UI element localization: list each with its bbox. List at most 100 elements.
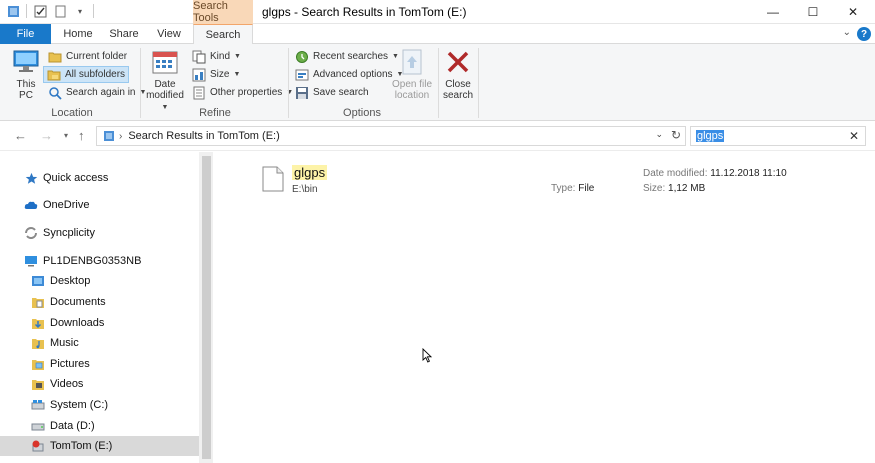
nav-item-desktop[interactable]: Desktop <box>0 271 199 291</box>
pictures-folder-icon <box>31 357 45 371</box>
nav-item-videos[interactable]: Videos <box>0 374 199 394</box>
tab-search[interactable]: Search <box>193 24 253 45</box>
this-pc-label-line2: PC <box>19 90 33 101</box>
tab-home[interactable]: Home <box>55 24 101 44</box>
nav-item-label: Documents <box>50 296 106 308</box>
search-query-text[interactable]: glgps <box>696 130 725 142</box>
kind-button[interactable]: Kind ▼ <box>189 48 244 65</box>
nav-item-system-c[interactable]: System (C:) <box>0 395 199 415</box>
recent-searches-button[interactable]: Recent searches ▼ <box>292 48 402 65</box>
cloud-icon <box>24 198 38 212</box>
customize-toolbar-chevron-icon[interactable]: ▾ <box>73 4 87 18</box>
location-group-label: Location <box>51 107 93 119</box>
toolbar-separator <box>93 4 94 18</box>
subfolders-icon <box>47 68 61 82</box>
nav-item-pictures[interactable]: Pictures <box>0 354 199 374</box>
this-pc-button[interactable]: This PC <box>10 47 42 101</box>
nav-item-tomtom-e[interactable]: TomTom (E:) <box>0 436 199 456</box>
all-subfolders-button[interactable]: All subfolders <box>43 66 130 83</box>
search-input[interactable]: glgps ✕ <box>690 126 866 146</box>
address-dropdown-chevron-icon[interactable]: ⌄ <box>655 129 663 140</box>
videos-folder-icon <box>31 377 45 391</box>
other-properties-button[interactable]: Other properties ▼ <box>189 84 296 101</box>
options-group-label: Options <box>343 107 381 119</box>
refresh-icon[interactable]: ↻ <box>671 128 681 142</box>
date-modified-button[interactable]: Date modified ▼ <box>142 47 188 113</box>
chevron-down-icon: ▼ <box>234 53 241 60</box>
star-icon <box>24 171 38 185</box>
file-icon[interactable] <box>262 166 284 192</box>
maximize-icon: ☐ <box>807 5 819 19</box>
nav-item-label: Syncplicity <box>43 227 95 239</box>
address-bar[interactable]: › Search Results in TomTom (E:) ⌄ ↻ <box>96 126 686 146</box>
explorer-app-icon[interactable] <box>6 4 20 18</box>
toolbar-separator <box>26 4 27 18</box>
result-size-value: 1,12 MB <box>668 183 706 194</box>
nav-item-this-pc[interactable]: PL1DENBG0353NB <box>0 251 199 271</box>
result-type-value: File <box>578 183 595 194</box>
navigation-pane-scrollbar-thumb[interactable] <box>202 156 211 459</box>
tab-share[interactable]: Share <box>103 24 145 44</box>
nav-item-label: Quick access <box>43 172 109 184</box>
advanced-options-label: Advanced options <box>313 69 393 80</box>
tab-file[interactable]: File <box>0 24 51 44</box>
size-label: Size <box>210 69 230 80</box>
nav-item-quick-access[interactable]: Quick access <box>0 168 199 188</box>
nav-item-data-d[interactable]: Data (D:) <box>0 416 199 436</box>
advanced-options-icon <box>295 68 309 82</box>
breadcrumb-path[interactable]: Search Results in TomTom (E:) <box>128 130 279 142</box>
properties-icon[interactable] <box>33 4 47 18</box>
recent-locations-chevron-icon[interactable]: ▾ <box>64 131 68 140</box>
refine-group-label: Refine <box>199 107 231 119</box>
open-file-location-button[interactable]: Open file location <box>388 47 436 101</box>
size-button[interactable]: Size ▼ <box>189 66 243 83</box>
back-arrow-icon[interactable]: ← <box>14 128 27 143</box>
breadcrumb-chevron-icon[interactable]: › <box>119 131 122 142</box>
nav-item-label: TomTom (E:) <box>50 440 113 452</box>
usb-drive-icon <box>31 439 45 453</box>
ribbon: This PC Current folder All subfolders Se… <box>0 44 875 121</box>
save-search-button[interactable]: Save search <box>292 84 372 101</box>
forward-arrow-icon[interactable]: → <box>40 128 53 143</box>
recent-searches-label: Recent searches <box>313 51 389 62</box>
nav-item-syncplicity[interactable]: Syncplicity <box>0 223 199 243</box>
nav-item-label: Videos <box>50 378 84 390</box>
nav-item-onedrive[interactable]: OneDrive <box>0 195 199 215</box>
current-folder-button[interactable]: Current folder <box>45 48 130 65</box>
date-modified-label-line2: modified <box>146 90 184 101</box>
nav-item-label: Data (D:) <box>50 420 95 432</box>
desktop-folder-icon <box>31 274 45 288</box>
title-bar: ▾ Search Tools glgps - Search Results in… <box>0 0 875 24</box>
minimize-button[interactable]: — <box>753 0 793 24</box>
properties-sheet-icon <box>192 86 206 100</box>
chevron-down-icon: ▼ <box>161 104 169 111</box>
search-again-in-button[interactable]: Search again in ▼ <box>45 84 149 101</box>
nav-item-documents[interactable]: Documents <box>0 292 199 312</box>
new-folder-icon[interactable] <box>53 4 67 18</box>
navigation-pane: Quick access OneDrive Syncplicity PL1DEN… <box>0 152 213 463</box>
clear-search-icon[interactable]: ✕ <box>849 129 859 143</box>
close-icon: ✕ <box>847 5 859 19</box>
ribbon-tab-bar: File Home Share View Search <box>0 24 875 45</box>
nav-item-downloads[interactable]: Downloads <box>0 313 199 333</box>
result-date-label: Date modified: <box>643 168 708 179</box>
nav-item-music[interactable]: Music <box>0 333 199 353</box>
documents-folder-icon <box>31 295 45 309</box>
collapse-ribbon-chevron-icon[interactable]: ⌄ <box>843 27 851 38</box>
up-arrow-icon[interactable]: ↑ <box>78 128 85 143</box>
this-pc-label-line1: This <box>16 79 36 90</box>
maximize-button[interactable]: ☐ <box>793 0 833 24</box>
result-date-modified: Date modified: 11.12.2018 11:10 <box>643 168 787 179</box>
open-file-location-icon <box>396 47 428 77</box>
close-window-button[interactable]: ✕ <box>833 0 873 24</box>
nav-item-label: Downloads <box>50 317 105 329</box>
kind-icon <box>192 50 206 64</box>
search-results-location-icon <box>103 130 115 142</box>
nav-item-label: Pictures <box>50 358 90 370</box>
help-icon[interactable]: ? <box>857 27 871 41</box>
nav-item-label: Music <box>50 337 79 349</box>
close-search-button[interactable]: Close search <box>439 47 477 101</box>
result-file-name[interactable]: glgps <box>292 165 328 180</box>
search-again-icon <box>48 86 62 100</box>
tab-view[interactable]: View <box>148 24 190 44</box>
